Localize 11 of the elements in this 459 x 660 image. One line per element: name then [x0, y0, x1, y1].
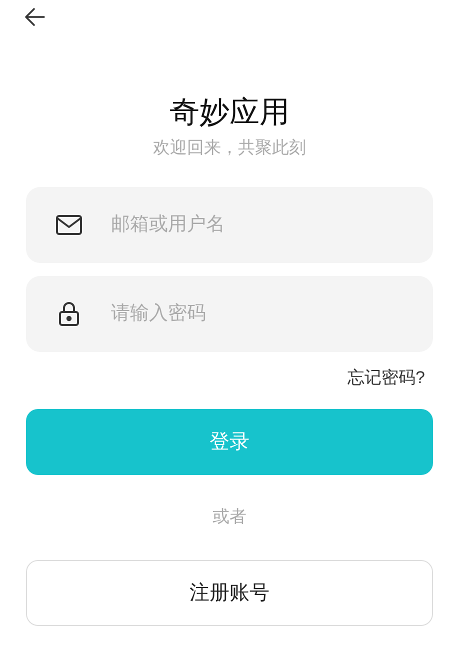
password-field[interactable]: 请输入密码 [26, 276, 433, 352]
lock-icon [58, 302, 78, 326]
register-button[interactable]: 注册账号 [26, 560, 433, 626]
subtitle: 欢迎回来，共聚此刻 [153, 137, 306, 159]
or-text: 或者 [212, 506, 246, 528]
back-button[interactable] [24, 6, 46, 28]
mail-icon [56, 215, 82, 235]
forgot-password-link[interactable]: 忘记密码? [348, 366, 425, 390]
username-field[interactable]: 邮箱或用户名 [26, 187, 433, 263]
back-icon [24, 6, 46, 28]
app-title: 奇妙应用 [170, 95, 290, 131]
